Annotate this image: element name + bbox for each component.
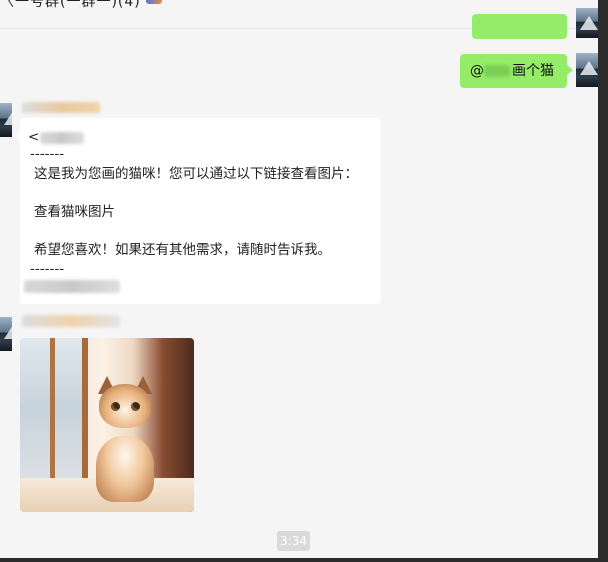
image-cat-head [99,384,151,428]
sender-name [22,314,120,328]
title-emoji-icon [146,0,162,4]
mention-at: @ [470,63,484,79]
separator-top: ------- [30,146,65,162]
image-cat-body [96,436,154,502]
message-timestamp: 3:34 [277,531,310,551]
image-cat-eye-right [131,402,140,411]
outgoing-message-bubble[interactable] [472,14,567,39]
image-cat-eye-left [111,402,120,411]
cat-image-link[interactable]: 查看猫咪图片 [34,203,115,222]
reply-line-1: 这是我为您画的猫咪！您可以通过以下链接查看图片： [34,166,358,182]
reply-line-3: 希望您喜欢！如果还有其他需求，请随时告诉我。 [34,242,331,258]
redacted-mention [484,65,510,77]
redacted-sender-name [22,101,100,113]
bot-reply-bubble[interactable]: < ------- 这是我为您画的猫咪！您可以通过以下链接查看图片： 查看猫咪图… [14,118,381,304]
sender-name [22,100,100,114]
bot-avatar[interactable] [0,103,12,137]
redacted-footer [24,280,120,293]
window-edge [598,0,608,562]
outgoing-message-text: 画个猫 [512,63,554,79]
redacted-sender-name [22,315,120,327]
outgoing-message-bubble[interactable]: @ 画个猫 [460,54,573,88]
cat-image[interactable] [20,338,194,512]
bot-avatar[interactable] [0,317,12,351]
redacted-mention [40,132,84,144]
bubble-tail [14,130,21,142]
window-edge-bottom [0,558,608,562]
chat-title: 〈一号群(一群一)(4) [0,0,141,10]
separator-bottom: ------- [30,261,65,277]
